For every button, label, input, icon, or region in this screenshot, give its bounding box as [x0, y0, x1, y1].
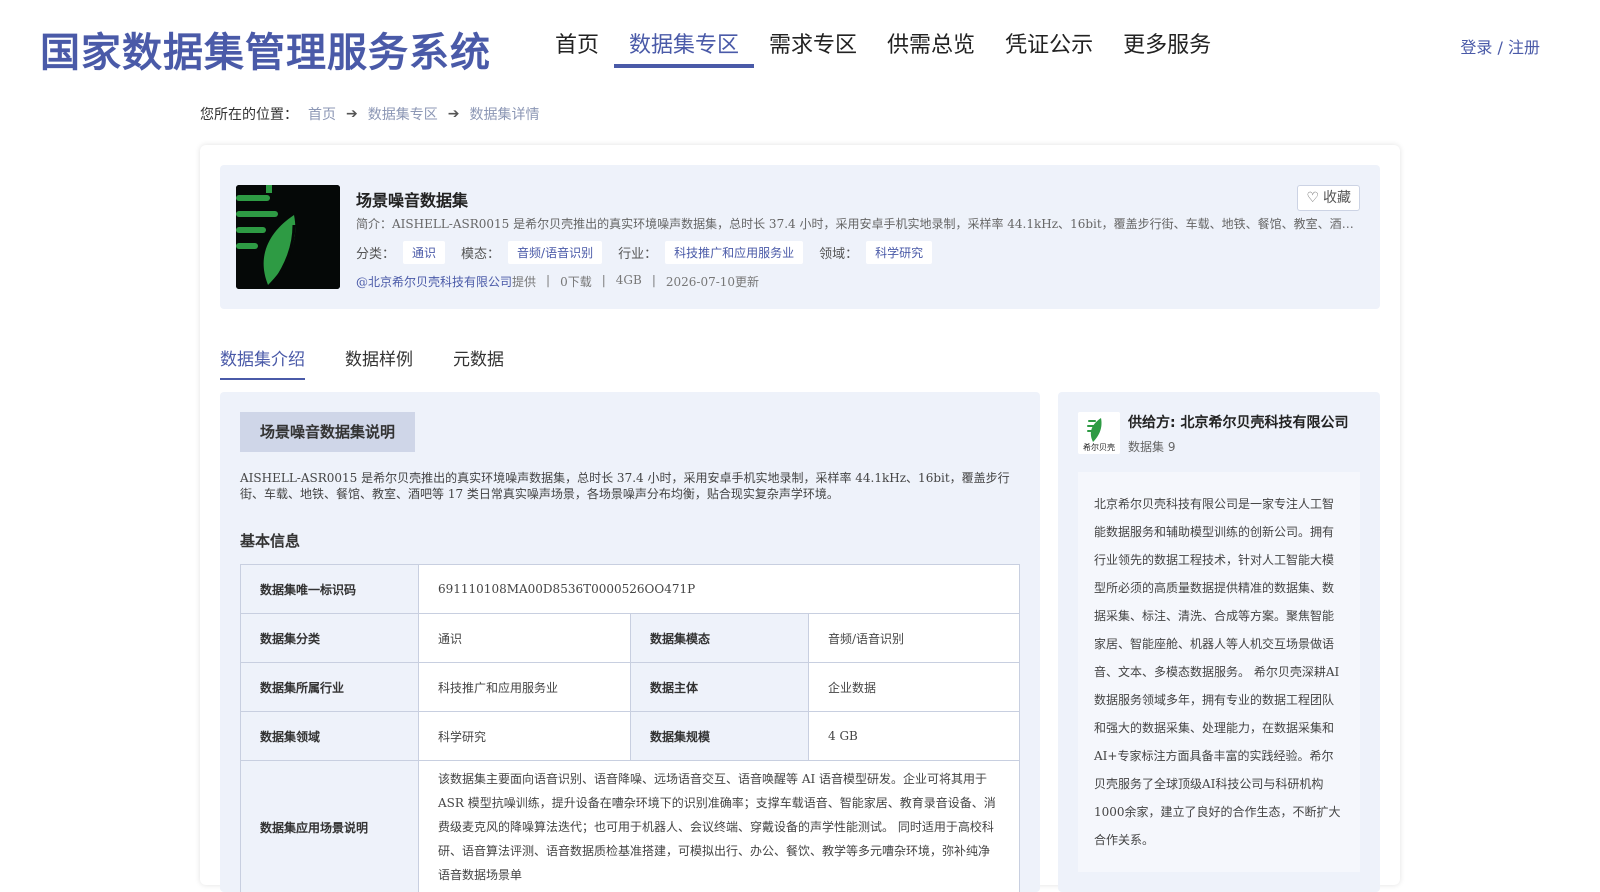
separator: | [602, 273, 606, 290]
tag-label-modality: 模态： [461, 243, 500, 262]
table-value: 音频/语音识别 [809, 614, 1020, 663]
tag-label-industry: 行业： [618, 243, 657, 262]
table-value: 科技推广和应用服务业 [419, 663, 631, 712]
provider-description: 北京希尔贝壳科技有限公司是一家专注人工智能数据服务和辅助模型训练的创新公司。拥有… [1078, 472, 1360, 872]
basic-info-table: 数据集唯一标识码 691110108MA00D8536T0000526OO471… [240, 564, 1020, 892]
table-row: 数据集领域 科学研究 数据集规模 4 GB [241, 712, 1020, 761]
top-header: 国家数据集管理服务系统 首页 数据集专区 需求专区 供需总览 凭证公示 更多服务… [0, 0, 1600, 70]
breadcrumb-home[interactable]: 首页 [308, 104, 336, 124]
nav-more-services[interactable]: 更多服务 [1108, 28, 1226, 68]
tab-introduction[interactable]: 数据集介绍 [220, 345, 305, 380]
table-key: 数据集唯一标识码 [241, 565, 419, 614]
main-nav: 首页 数据集专区 需求专区 供需总览 凭证公示 更多服务 [540, 28, 1226, 68]
tag-domain[interactable]: 科学研究 [866, 241, 932, 264]
table-value: 4 GB [809, 712, 1020, 761]
table-row: 数据集所属行业 科技推广和应用服务业 数据主体 企业数据 [241, 663, 1020, 712]
provider-panel: 希尔贝壳 供给方: 北京希尔贝壳科技有限公司 数据集 9 北京希尔贝壳科技有限公… [1058, 392, 1380, 892]
table-key: 数据集领域 [241, 712, 419, 761]
introduction-panel: 场景噪音数据集说明 AISHELL-ASR0015 是希尔贝壳推出的真实环境噪声… [220, 392, 1040, 892]
table-value: 科学研究 [419, 712, 631, 761]
table-key: 数据集应用场景说明 [241, 761, 419, 892]
tag-label-category: 分类： [356, 243, 395, 262]
detail-tabs: 数据集介绍 数据样例 元数据 [220, 345, 504, 380]
tag-modality[interactable]: 音频/语音识别 [508, 241, 602, 264]
provider-logo[interactable]: 希尔贝壳 [1078, 412, 1120, 454]
table-row: 数据集应用场景说明 该数据集主要面向语音识别、语音降噪、远场语音交互、语音唤醒等… [241, 761, 1020, 892]
tag-category[interactable]: 通识 [403, 241, 445, 264]
table-key: 数据集分类 [241, 614, 419, 663]
intro-section-title: 场景噪音数据集说明 [240, 412, 415, 452]
table-value: 691110108MA00D8536T0000526OO471P [419, 565, 1020, 614]
table-key: 数据主体 [631, 663, 809, 712]
dataset-detail-card: 场景噪音数据集 ♡ 收藏 简介：AISHELL-ASR0015 是希尔贝壳推出的… [200, 145, 1400, 885]
site-title[interactable]: 国家数据集管理服务系统 [40, 20, 491, 78]
table-key: 数据集所属行业 [241, 663, 419, 712]
table-value: 企业数据 [809, 663, 1020, 712]
breadcrumb: 您所在的位置： 首页 ➔ 数据集专区 ➔ 数据集详情 [200, 104, 549, 124]
nav-home[interactable]: 首页 [540, 28, 614, 68]
separator: | [652, 273, 656, 290]
favorite-button[interactable]: ♡ 收藏 [1297, 185, 1360, 211]
download-count: 0下载 [560, 273, 592, 290]
update-date: 2026-07-10更新 [666, 273, 759, 290]
intro-text: AISHELL-ASR0015 是希尔贝壳推出的真实环境噪声数据集，总时长 37… [240, 470, 1020, 502]
dataset-thumbnail [236, 185, 340, 289]
nav-overview[interactable]: 供需总览 [872, 28, 990, 68]
breadcrumb-detail: 数据集详情 [469, 104, 539, 124]
table-row: 数据集唯一标识码 691110108MA00D8536T0000526OO471… [241, 565, 1020, 614]
provided-suffix: 提供 [512, 275, 536, 289]
basic-info-title: 基本信息 [240, 530, 300, 551]
login-register-link[interactable]: 登录 / 注册 [1460, 34, 1540, 58]
dataset-size: 4GB [616, 273, 642, 290]
dataset-tags: 分类： 通识 模态： 音频/语音识别 行业： 科技推广和应用服务业 领域： 科学… [356, 241, 948, 264]
arrow-right-icon: ➔ [448, 106, 460, 122]
heart-icon: ♡ [1306, 186, 1319, 210]
table-value: 该数据集主要面向语音识别、语音降噪、远场语音交互、语音唤醒等 AI 语音模型研发… [419, 761, 1020, 892]
provider-dataset-count: 数据集 9 [1128, 438, 1175, 455]
nav-demands[interactable]: 需求专区 [754, 28, 872, 68]
tag-label-domain: 领域： [819, 243, 858, 262]
provider-link[interactable]: @北京希尔贝壳科技有限公司 [356, 275, 512, 289]
breadcrumb-prefix: 您所在的位置： [200, 104, 298, 124]
dataset-summary: 简介：AISHELL-ASR0015 是希尔贝壳推出的真实环境噪声数据集，总时长… [356, 215, 1356, 232]
nav-datasets[interactable]: 数据集专区 [614, 28, 754, 68]
favorite-label: 收藏 [1323, 186, 1351, 210]
breadcrumb-datasets[interactable]: 数据集专区 [368, 104, 438, 124]
dataset-title: 场景噪音数据集 [356, 187, 468, 211]
table-row: 数据集分类 通识 数据集模态 音频/语音识别 [241, 614, 1020, 663]
provider-logo-text: 希尔贝壳 [1078, 442, 1120, 453]
leaf-logo-icon [236, 185, 340, 289]
tag-industry[interactable]: 科技推广和应用服务业 [665, 241, 803, 264]
table-key: 数据集模态 [631, 614, 809, 663]
dataset-meta: @北京希尔贝壳科技有限公司提供 | 0下载 | 4GB | 2026-07-10… [356, 273, 759, 290]
nav-certificates[interactable]: 凭证公示 [990, 28, 1108, 68]
dataset-header: 场景噪音数据集 ♡ 收藏 简介：AISHELL-ASR0015 是希尔贝壳推出的… [220, 165, 1380, 309]
arrow-right-icon: ➔ [346, 106, 358, 122]
tab-samples[interactable]: 数据样例 [345, 345, 413, 380]
table-value: 通识 [419, 614, 631, 663]
provider-name[interactable]: 供给方: 北京希尔贝壳科技有限公司 [1128, 412, 1348, 432]
separator: | [546, 273, 550, 290]
tab-metadata[interactable]: 元数据 [453, 345, 504, 380]
table-key: 数据集规模 [631, 712, 809, 761]
